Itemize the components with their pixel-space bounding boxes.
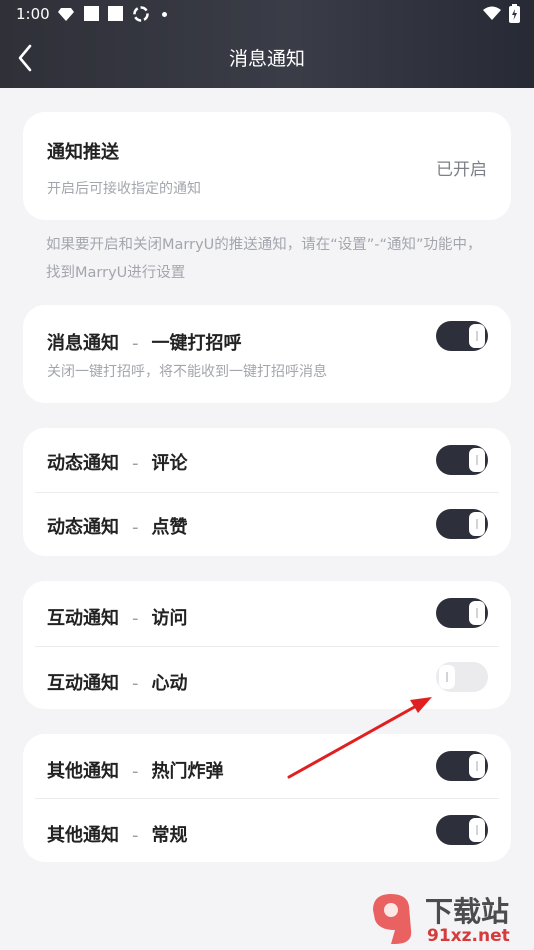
watermark-logo: 下载站 91xz.net — [359, 888, 534, 950]
watermark-title: 下载站 — [425, 895, 510, 928]
annotation-arrow — [287, 697, 432, 779]
watermark-url: 91xz.net — [427, 926, 510, 946]
watermark-badge-icon — [373, 894, 412, 944]
